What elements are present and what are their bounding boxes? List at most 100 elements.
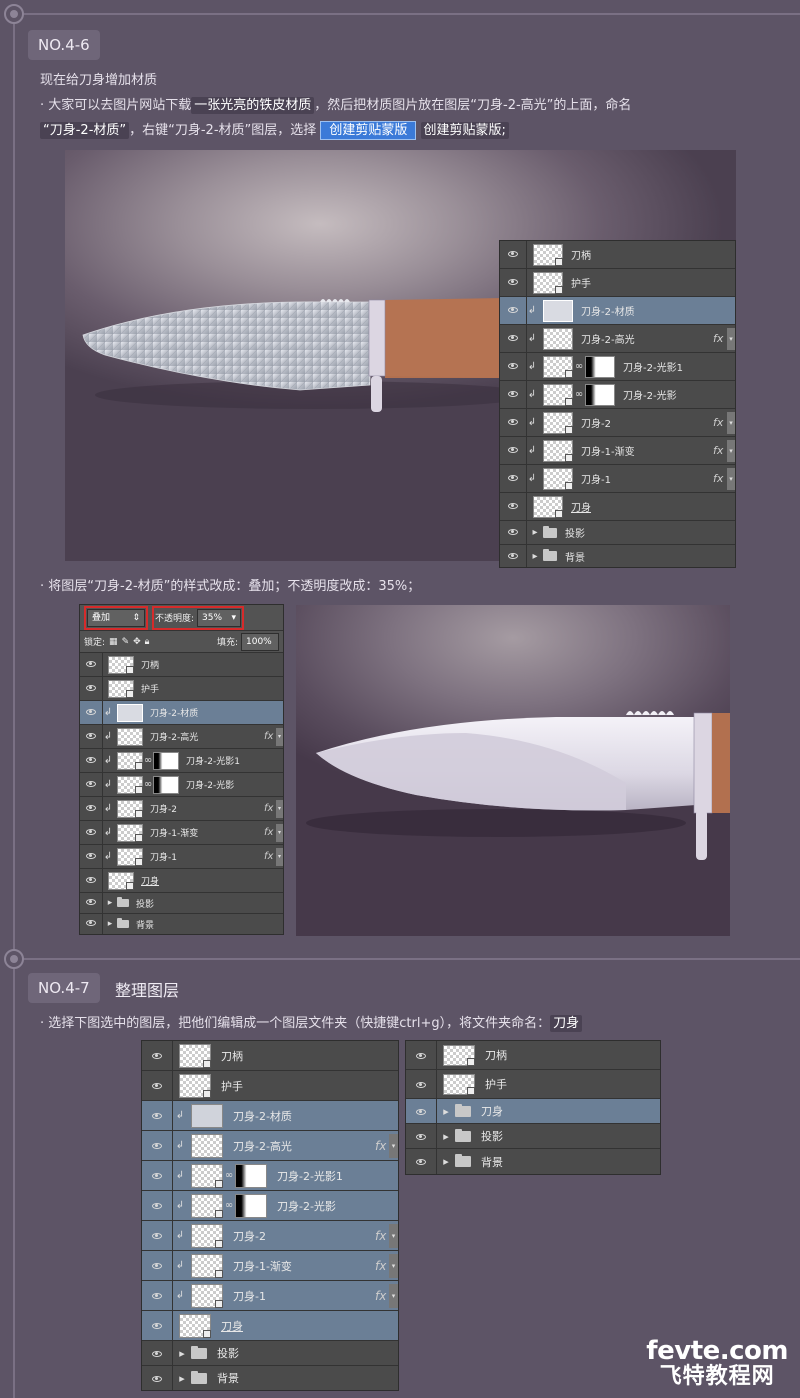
layer-row-blade[interactable]: 刀身 [142,1311,398,1341]
visibility-eye-icon[interactable] [142,1109,172,1122]
visibility-eye-icon[interactable] [406,1049,436,1062]
visibility-eye-icon[interactable] [80,804,102,814]
layer-row-blade-texture[interactable]: ↲ 刀身-2-材质 [142,1101,398,1131]
layer-row-guard[interactable]: 护手 [406,1070,660,1099]
visibility-eye-icon[interactable] [142,1079,172,1092]
layer-mask-thumbnail[interactable] [235,1163,267,1188]
layer-row-blade-texture[interactable]: ↲ 刀身-2-材质 [80,701,283,725]
expand-effects-arrow-icon[interactable]: ▾ [389,1223,398,1248]
fx-icon[interactable]: fx [375,1259,389,1273]
expand-effects-arrow-icon[interactable]: ▾ [276,847,283,866]
visibility-eye-icon[interactable] [406,1105,436,1118]
layer-row-shadow-group[interactable]: ▸ 投影 [406,1124,660,1149]
layer-mask-thumbnail[interactable] [585,355,615,378]
fx-icon[interactable]: fx [713,472,727,485]
layer-row-blade-highlight[interactable]: ↲ 刀身-2-高光 fx ▾ [142,1131,398,1161]
layer-row-blade[interactable]: 刀身 [80,869,283,893]
visibility-eye-icon[interactable] [142,1372,172,1385]
chain-link-icon[interactable]: ∞ [573,361,585,372]
visibility-eye-icon[interactable] [406,1155,436,1168]
layer-row-shadow-group[interactable]: ▸ 投影 [142,1341,398,1366]
layer-row-blade-1-gradient[interactable]: ↲ 刀身-1-渐变 fx ▾ [500,437,735,465]
visibility-eye-icon[interactable] [80,876,102,886]
expand-effects-arrow-icon[interactable]: ▾ [727,411,735,434]
layer-row-guard[interactable]: 护手 [142,1071,398,1101]
layer-row-background-group[interactable]: ▸ 背景 [142,1366,398,1390]
layer-row-blade-shadow[interactable]: ↲ ∞ 刀身-2-光影 [80,773,283,797]
visibility-eye-icon[interactable] [500,473,526,484]
expand-triangle-icon[interactable]: ▸ [173,1347,191,1360]
expand-effects-arrow-icon[interactable]: ▾ [389,1253,398,1278]
layer-row-blade-1[interactable]: ↲ 刀身-1 fx ▾ [142,1281,398,1311]
fx-icon[interactable]: fx [713,332,727,345]
layer-row-background-group[interactable]: ▸ 背景 [406,1149,660,1174]
visibility-eye-icon[interactable] [80,732,102,742]
visibility-eye-icon[interactable] [142,1289,172,1302]
layer-row-blade-highlight[interactable]: ↲ 刀身-2-高光 fx ▾ [80,725,283,749]
visibility-eye-icon[interactable] [500,417,526,428]
layer-row-blade-group[interactable]: ▸ 刀身 [406,1099,660,1124]
fx-icon[interactable]: fx [375,1229,389,1243]
layer-mask-thumbnail[interactable] [585,383,615,406]
chain-link-icon[interactable]: ∞ [223,1200,235,1211]
expand-triangle-icon[interactable]: ▸ [437,1130,455,1143]
layer-row-shadow-group[interactable]: ▸ 投影 [80,893,283,914]
fx-icon[interactable]: fx [713,416,727,429]
layer-row-blade-2[interactable]: ↲ 刀身-2 fx ▾ [80,797,283,821]
layer-row-blade-shadow-1[interactable]: ↲ ∞ 刀身-2-光影1 [142,1161,398,1191]
visibility-eye-icon[interactable] [500,277,526,288]
layer-row-blade-1[interactable]: ↲ 刀身-1 fx ▾ [80,845,283,869]
visibility-eye-icon[interactable] [142,1319,172,1332]
visibility-eye-icon[interactable] [500,551,526,562]
layer-row-shadow-group[interactable]: ▸ 投影 [500,521,735,545]
expand-effects-arrow-icon[interactable]: ▾ [276,799,283,818]
layer-row-guard[interactable]: 护手 [500,269,735,297]
visibility-eye-icon[interactable] [80,898,102,908]
expand-effects-arrow-icon[interactable]: ▾ [727,439,735,462]
lock-paint-brush-icon[interactable]: ✎ [122,637,130,647]
expand-triangle-icon[interactable]: ▸ [527,551,543,562]
visibility-eye-icon[interactable] [500,527,526,538]
expand-effects-arrow-icon[interactable]: ▾ [389,1133,398,1158]
visibility-eye-icon[interactable] [406,1078,436,1091]
layer-row-blade-2[interactable]: ↲ 刀身-2 fx ▾ [500,409,735,437]
visibility-eye-icon[interactable] [80,780,102,790]
fx-icon[interactable]: fx [375,1289,389,1303]
layer-row-blade-1-gradient[interactable]: ↲ 刀身-1-渐变 fx ▾ [80,821,283,845]
fx-icon[interactable]: fx [264,731,276,742]
visibility-eye-icon[interactable] [142,1347,172,1360]
expand-triangle-icon[interactable]: ▸ [437,1155,455,1168]
expand-triangle-icon[interactable]: ▸ [173,1372,191,1385]
visibility-eye-icon[interactable] [500,305,526,316]
chain-link-icon[interactable]: ∞ [223,1170,235,1181]
layer-mask-thumbnail[interactable] [153,751,179,770]
visibility-eye-icon[interactable] [142,1229,172,1242]
expand-triangle-icon[interactable]: ▸ [103,898,117,908]
layer-row-blade-1-gradient[interactable]: ↲ 刀身-1-渐变 fx ▾ [142,1251,398,1281]
visibility-eye-icon[interactable] [80,852,102,862]
visibility-eye-icon[interactable] [500,249,526,260]
lock-all-icon[interactable]: 🔒︎ [145,637,150,647]
lock-transparency-icon[interactable]: ▦ [109,637,118,647]
layer-row-blade-shadow[interactable]: ↲ ∞ 刀身-2-光影 [500,381,735,409]
fx-icon[interactable]: fx [375,1139,389,1153]
expand-effects-arrow-icon[interactable]: ▾ [276,823,283,842]
chain-link-icon[interactable]: ∞ [573,389,585,400]
visibility-eye-icon[interactable] [80,660,102,670]
expand-effects-arrow-icon[interactable]: ▾ [276,727,283,746]
expand-triangle-icon[interactable]: ▸ [527,527,543,538]
visibility-eye-icon[interactable] [80,684,102,694]
layer-row-background-group[interactable]: ▸ 背景 [500,545,735,567]
visibility-eye-icon[interactable] [142,1259,172,1272]
visibility-eye-icon[interactable] [80,828,102,838]
layer-row-knife-handle[interactable]: 刀柄 [406,1041,660,1070]
layer-row-blade-shadow-1[interactable]: ↲ ∞ 刀身-2-光影1 [80,749,283,773]
layer-row-background-group[interactable]: ▸ 背景 [80,914,283,934]
visibility-eye-icon[interactable] [80,919,102,929]
expand-triangle-icon[interactable]: ▸ [103,919,117,929]
fx-icon[interactable]: fx [264,803,276,814]
chain-link-icon[interactable]: ∞ [143,779,153,790]
visibility-eye-icon[interactable] [500,501,526,512]
fill-input[interactable]: 100%▾ [241,632,279,663]
visibility-eye-icon[interactable] [500,389,526,400]
